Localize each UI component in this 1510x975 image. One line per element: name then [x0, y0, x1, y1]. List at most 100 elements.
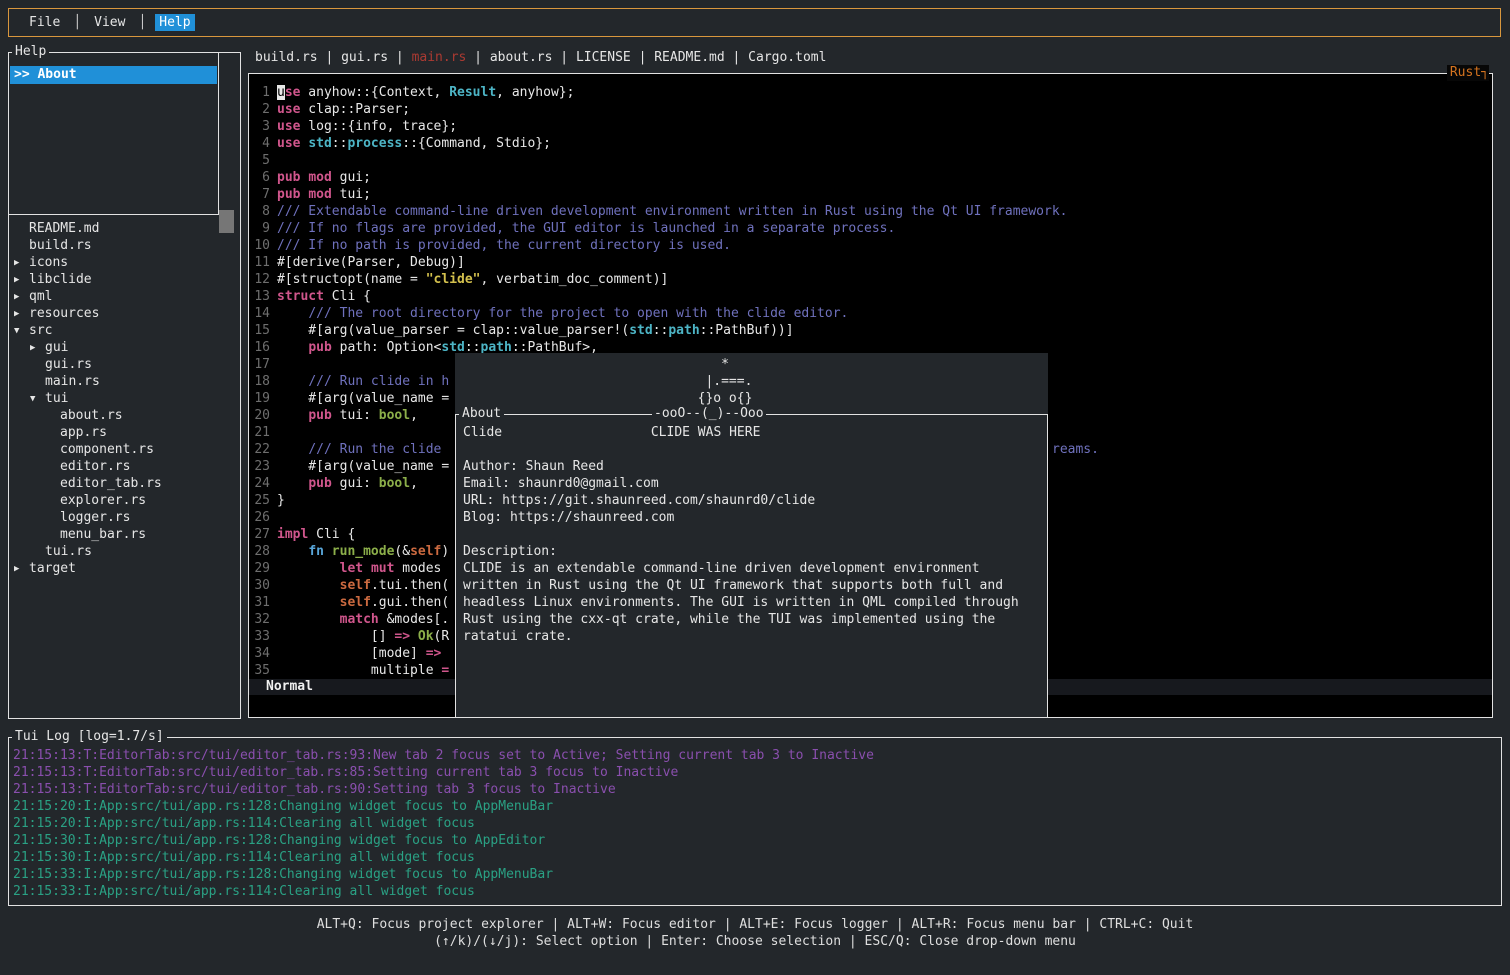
tree-item-component-rs[interactable]: component.rs [9, 441, 240, 458]
menu-item-file[interactable]: File [25, 14, 64, 31]
code-line[interactable]: 12#[structopt(name = "clide", verbatim_d… [249, 271, 1491, 288]
editor-tab-build-rs[interactable]: build.rs [255, 50, 318, 65]
code-token: mod [308, 187, 331, 202]
tree-item-label: editor_tab.rs [60, 475, 162, 492]
tree-item-icons[interactable]: ▶icons [9, 254, 240, 271]
code-token: pub [308, 408, 331, 423]
code-token: gui: [332, 476, 379, 491]
code-token: log::{info, trace}; [300, 119, 457, 134]
code-line-text: pub tui: bool, [277, 407, 418, 424]
code-line[interactable]: 13struct Cli { [249, 288, 1491, 305]
chevron-right-icon[interactable]: ▶ [14, 272, 19, 289]
code-line[interactable]: 10/// If no path is provided, the curren… [249, 237, 1491, 254]
editor-tab-license[interactable]: LICENSE [576, 50, 631, 65]
code-token: (R [434, 629, 450, 644]
tree-item-app-rs[interactable]: app.rs [9, 424, 240, 441]
editor-tab-main-rs[interactable]: main.rs [412, 50, 467, 65]
code-line[interactable]: 2use clap::Parser; [249, 101, 1491, 118]
code-line[interactable]: 1use anyhow::{Context, Result, anyhow}; [249, 84, 1491, 101]
code-line[interactable]: 11#[derive(Parser, Debug)] [249, 254, 1491, 271]
tree-item-tui[interactable]: ▼tui [9, 390, 240, 407]
tree-item-about-rs[interactable]: about.rs [9, 407, 240, 424]
code-line[interactable]: 15 #[arg(value_parser = clap::value_pars… [249, 322, 1491, 339]
editor-tab-about-rs[interactable]: about.rs [490, 50, 553, 65]
code-token: se [285, 85, 301, 100]
hints-line-1: ALT+Q: Focus project explorer | ALT+W: F… [0, 916, 1510, 933]
tree-item-tui-rs[interactable]: tui.rs [9, 543, 240, 560]
code-token: #[arg(value_name = [277, 459, 449, 474]
tree-item-logger-rs[interactable]: logger.rs [9, 509, 240, 526]
keybinding-hints: ALT+Q: Focus project explorer | ALT+W: F… [0, 916, 1510, 950]
code-token: &modes[. [379, 612, 449, 627]
code-line[interactable]: 9/// If no flags are provided, the GUI e… [249, 220, 1491, 237]
tree-item-readme-md[interactable]: README.md [9, 220, 240, 237]
tree-item-src[interactable]: ▼src [9, 322, 240, 339]
code-token: modes [394, 561, 441, 576]
tree-item-menu-bar-rs[interactable]: menu_bar.rs [9, 526, 240, 543]
tree-item-label: build.rs [29, 237, 92, 254]
log-entry-info: 21:15:30:I:App:src/tui/app.rs:114:Cleari… [13, 849, 1499, 866]
code-line-text: use std::process::{Command, Stdio}; [277, 135, 551, 152]
line-number: 28 [254, 543, 270, 560]
code-token: /// Extendable command-line driven devel… [277, 204, 1068, 219]
tree-item-qml[interactable]: ▶qml [9, 288, 240, 305]
code-line[interactable]: 8/// Extendable command-line driven deve… [249, 203, 1491, 220]
chevron-right-icon[interactable]: ▶ [14, 306, 19, 323]
chevron-down-icon[interactable]: ▼ [30, 391, 35, 408]
code-token: #[arg(value_parser = clap::value_parser!… [277, 323, 629, 338]
tree-item-gui-rs[interactable]: gui.rs [9, 356, 240, 373]
tree-item-editor-rs[interactable]: editor.rs [9, 458, 240, 475]
code-line[interactable]: 5 [249, 152, 1491, 169]
code-token: self [410, 544, 441, 559]
about-popup-line: Blog: https://shaunreed.com [463, 509, 1045, 526]
chevron-down-icon[interactable]: ▼ [14, 323, 19, 340]
line-number: 12 [254, 271, 270, 288]
editor-tab-gui-rs[interactable]: gui.rs [341, 50, 388, 65]
tree-item-explorer-rs[interactable]: explorer.rs [9, 492, 240, 509]
line-number: 35 [254, 662, 270, 679]
log-entry-trace: 21:15:13:T:EditorTab:src/tui/editor_tab.… [13, 747, 1499, 764]
code-line[interactable]: 14 /// The root directory for the projec… [249, 305, 1491, 322]
menu-item-help[interactable]: Help [155, 14, 194, 31]
chevron-right-icon[interactable]: ▶ [14, 561, 19, 578]
editor-tab-cargo-toml[interactable]: Cargo.toml [748, 50, 826, 65]
tree-item-main-rs[interactable]: main.rs [9, 373, 240, 390]
tree-item-build-rs[interactable]: build.rs [9, 237, 240, 254]
line-number: 26 [254, 509, 270, 526]
code-token [277, 306, 308, 321]
log-entry-info: 21:15:33:I:App:src/tui/app.rs:114:Cleari… [13, 883, 1499, 900]
menu-item-view[interactable]: View [90, 14, 129, 31]
code-line-text: let mut modes [277, 560, 441, 577]
code-token [277, 476, 308, 491]
code-line[interactable]: 3use log::{info, trace}; [249, 118, 1491, 135]
explorer-scrollbar-thumb[interactable] [219, 210, 234, 233]
line-number: 16 [254, 339, 270, 356]
code-line-text: use clap::Parser; [277, 101, 410, 118]
code-line[interactable]: 6pub mod gui; [249, 169, 1491, 186]
code-token [410, 629, 418, 644]
tree-item-libclide[interactable]: ▶libclide [9, 271, 240, 288]
help-dropdown: Help >> About [8, 52, 219, 215]
tab-separator: | [388, 50, 411, 65]
tree-item-gui[interactable]: ▶gui [9, 339, 240, 356]
log-entry-info: 21:15:30:I:App:src/tui/app.rs:128:Changi… [13, 832, 1499, 849]
help-dropdown-item-about[interactable]: >> About [10, 66, 217, 84]
code-line[interactable]: 4use std::process::{Command, Stdio}; [249, 135, 1491, 152]
file-tree: README.mdbuild.rs▶icons▶libclide▶qml▶res… [9, 220, 240, 577]
code-line-text: impl Cli { [277, 526, 355, 543]
line-number: 19 [254, 390, 270, 407]
code-line-text: /// Run the clide [277, 441, 449, 458]
menu-divider: │ [138, 15, 146, 30]
tree-item-resources[interactable]: ▶resources [9, 305, 240, 322]
code-token: /// Run clide in h [308, 374, 449, 389]
editor-tab-readme-md[interactable]: README.md [654, 50, 724, 65]
menu-divider: │ [73, 15, 81, 30]
chevron-right-icon[interactable]: ▶ [14, 289, 19, 306]
tree-item-label: component.rs [60, 441, 154, 458]
code-token: match [340, 612, 379, 627]
chevron-right-icon[interactable]: ▶ [30, 340, 35, 357]
chevron-right-icon[interactable]: ▶ [14, 255, 19, 272]
code-line[interactable]: 7pub mod tui; [249, 186, 1491, 203]
tree-item-editor-tab-rs[interactable]: editor_tab.rs [9, 475, 240, 492]
tree-item-target[interactable]: ▶target [9, 560, 240, 577]
